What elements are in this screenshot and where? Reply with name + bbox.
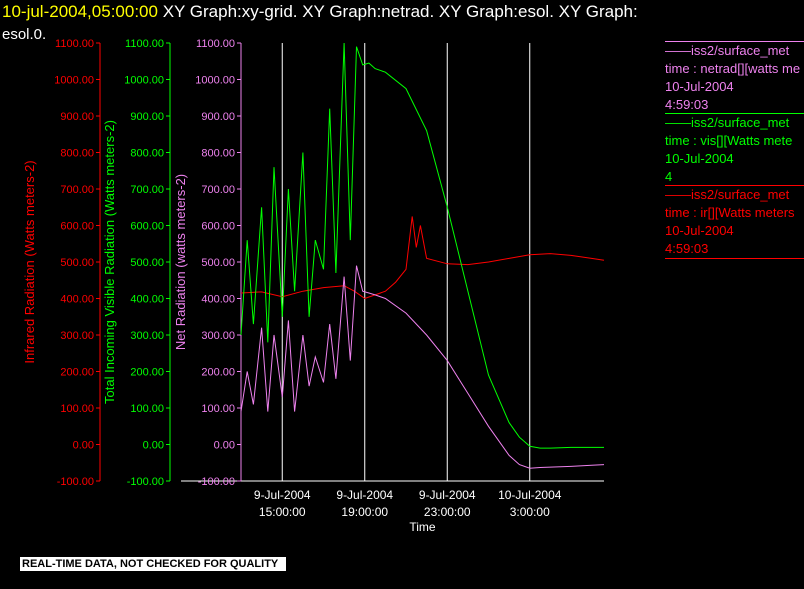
y-tick-label: 500.00: [130, 257, 164, 269]
y-axis-label-net: Net Radiation (watts meters-2): [173, 174, 188, 350]
y-tick-label: 700.00: [201, 184, 235, 196]
legend-date: 10-Jul-2004: [665, 79, 734, 94]
legend-entry: ——iss2/surface_mettime : ir[][Watts mete…: [665, 185, 804, 258]
y-tick-label: -100.00: [57, 476, 94, 488]
quality-notice: REAL-TIME DATA, NOT CHECKED FOR QUALITY: [20, 557, 287, 571]
legend-time: 4: [665, 169, 673, 184]
y-tick-label: 300.00: [130, 330, 164, 342]
y-tick-label: 900.00: [130, 111, 164, 123]
legend-date: 10-Jul-2004: [665, 223, 734, 238]
series-line-ir: [240, 216, 605, 300]
x-tick-date: 9-Jul-2004: [254, 488, 311, 502]
y-tick-label: 0.00: [214, 440, 235, 452]
x-tick-date: 9-Jul-2004: [336, 488, 393, 502]
y-tick-label: 1100.00: [125, 38, 164, 50]
y-axis-label-ir: Infrared Radiation (Watts meters-2): [22, 160, 37, 363]
y-tick-label: 1100.00: [55, 38, 94, 50]
y-tick-label: 1100.00: [196, 38, 235, 50]
y-tick-label: 500.00: [60, 257, 94, 269]
series-line-vis: [240, 42, 604, 449]
legend-entry: ——iss2/surface_mettime : vis[][Watts met…: [665, 113, 804, 186]
x-tick-date: 9-Jul-2004: [419, 488, 476, 502]
x-tick-time: 15:00:00: [259, 505, 306, 519]
y-tick-label: 600.00: [201, 221, 235, 233]
y-tick-label: 300.00: [60, 330, 94, 342]
y-tick-label: 0.00: [143, 440, 164, 452]
x-axis-label: Time: [409, 520, 436, 534]
y-tick-label: -100.00: [127, 476, 164, 488]
y-tick-label: 900.00: [60, 111, 94, 123]
legend-var: time : vis[][Watts mete: [665, 133, 793, 148]
y-tick-label: 0.00: [73, 440, 94, 452]
y-tick-label: 700.00: [130, 184, 164, 196]
legend-var: time : netrad[][watts me: [665, 61, 801, 76]
series-lines: [240, 42, 605, 469]
y-tick-label: 100.00: [201, 403, 235, 415]
y-tick-label: 400.00: [130, 294, 164, 306]
y-tick-label: 800.00: [60, 148, 94, 160]
y-tick-label: -100.00: [198, 476, 235, 488]
y-tick-label: 500.00: [201, 257, 235, 269]
legend-var: time : ir[][Watts meters: [665, 205, 795, 220]
grid-lines: [281, 43, 531, 481]
y-tick-label: 600.00: [60, 221, 94, 233]
x-tick-time: 3:00:00: [510, 505, 550, 519]
x-tick-time: 19:00:00: [341, 505, 388, 519]
y-tick-label: 800.00: [130, 148, 164, 160]
y-tick-label: 700.00: [60, 184, 94, 196]
y-tick-label: 300.00: [201, 330, 235, 342]
axes: 9-Jul-2004 15:00:00 9-Jul-2004 19:00:00 9-Ju…: [22, 38, 604, 534]
series-line-net: [240, 265, 605, 469]
legend-time: 4:59:03: [665, 241, 709, 256]
y-tick-label: 100.00: [130, 403, 164, 415]
legend-date: 10-Jul-2004: [665, 151, 734, 166]
y-tick-label: 600.00: [130, 221, 164, 233]
y-tick-label: 1000.00: [195, 75, 235, 87]
y-tick-label: 200.00: [130, 367, 164, 379]
y-tick-label: 400.00: [201, 294, 235, 306]
legend-source: ——iss2/surface_met: [665, 187, 790, 202]
y-tick-label: 900.00: [201, 111, 235, 123]
x-tick-time: 23:00:00: [424, 505, 471, 519]
chart-window: 10-jul-2004,05:00:00 XY Graph:xy-grid. X…: [0, 0, 804, 589]
y-tick-label: 200.00: [60, 367, 94, 379]
y-tick-label: 200.00: [201, 367, 235, 379]
legend-time: 4:59:03: [665, 97, 709, 112]
y-tick-label: 100.00: [60, 403, 94, 415]
legend-end-separator: [665, 258, 804, 259]
y-tick-label: 800.00: [201, 148, 235, 160]
y-tick-label: 1000.00: [54, 75, 94, 87]
legend-entry: ——iss2/surface_mettime : netrad[][watts …: [665, 41, 804, 114]
y-tick-label: 400.00: [60, 294, 94, 306]
legend-source: ——iss2/surface_met: [665, 43, 790, 58]
y-tick-label: 1000.00: [124, 75, 164, 87]
y-axis-label-vis: Total Incoming Visible Radiation (Watts …: [102, 120, 117, 404]
x-tick-date: 10-Jul-2004: [498, 488, 562, 502]
legend-source: ——iss2/surface_met: [665, 115, 790, 130]
